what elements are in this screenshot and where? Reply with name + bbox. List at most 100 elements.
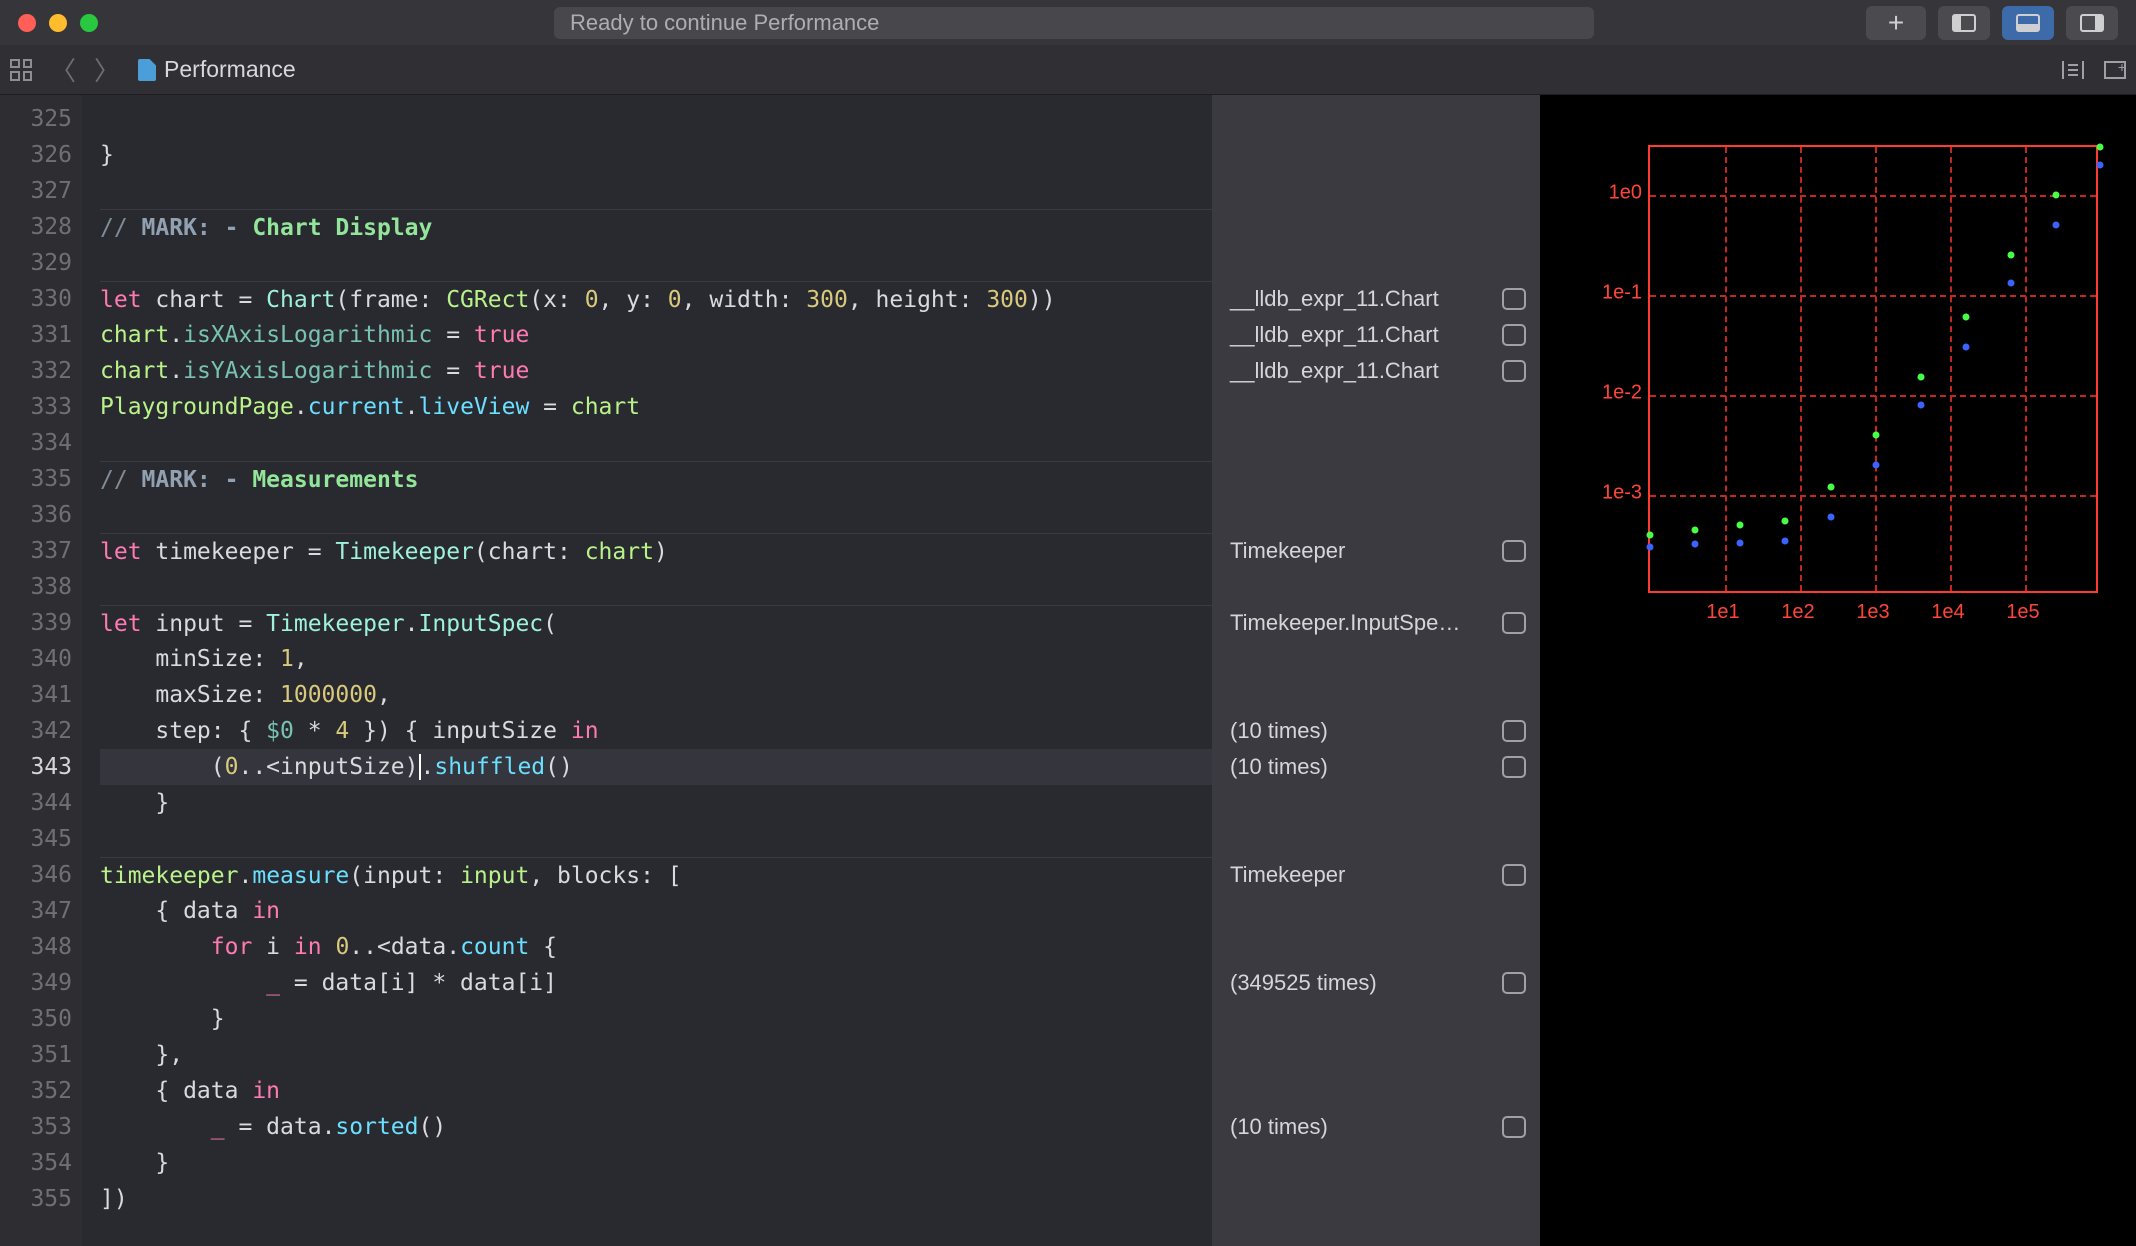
code-line[interactable]: // MARK: - Chart Display (100, 209, 1212, 245)
line-gutter: 3253263273283293303313323333343353363373… (0, 95, 82, 1246)
result-row: __lldb_expr_11.Chart (1230, 353, 1526, 389)
code-line[interactable]: minSize: 1, (100, 641, 1212, 677)
result-row (1230, 389, 1526, 425)
nav-forward-icon[interactable]: 〉 (94, 51, 120, 88)
quicklook-button[interactable] (1502, 1116, 1526, 1138)
result-text: __lldb_expr_11.Chart (1230, 317, 1439, 353)
panel-right-button[interactable] (2066, 6, 2118, 40)
line-number: 344 (0, 785, 72, 821)
result-row: __lldb_expr_11.Chart (1230, 317, 1526, 353)
code-line[interactable]: }, (100, 1037, 1212, 1073)
window-controls (18, 14, 98, 32)
code-editor[interactable]: } // MARK: - Chart Display let chart = Cha… (82, 95, 1212, 1246)
code-line[interactable]: } (100, 1001, 1212, 1037)
quicklook-button[interactable] (1502, 288, 1526, 310)
code-line[interactable] (100, 101, 1212, 137)
breadcrumb[interactable]: Performance (138, 56, 296, 83)
nav-back-icon[interactable]: 〈 (50, 51, 76, 88)
code-line[interactable]: } (100, 137, 1212, 173)
activity-status[interactable]: Ready to continue Performance (554, 7, 1594, 39)
line-number: 346 (0, 857, 72, 893)
code-line[interactable] (100, 497, 1212, 533)
result-row (1230, 1073, 1526, 1109)
line-number: 336 (0, 497, 72, 533)
chart-point (1963, 344, 1970, 351)
chart-point (1917, 401, 1924, 408)
quicklook-button[interactable] (1502, 972, 1526, 994)
quicklook-button[interactable] (1502, 612, 1526, 634)
panel-bottom-button[interactable] (2002, 6, 2054, 40)
panel-left-icon (1952, 14, 1976, 32)
quicklook-button[interactable] (1502, 540, 1526, 562)
code-line[interactable]: { data in (100, 893, 1212, 929)
chart-point (2008, 280, 2015, 287)
result-text: Timekeeper (1230, 533, 1345, 569)
quicklook-button[interactable] (1502, 720, 1526, 742)
related-items-icon[interactable] (10, 59, 32, 81)
chart-point (2097, 144, 2104, 151)
quicklook-button[interactable] (1502, 756, 1526, 778)
code-line[interactable]: (0..<inputSize).shuffled() (100, 749, 1212, 785)
code-line[interactable]: { data in (100, 1073, 1212, 1109)
code-line[interactable]: PlaygroundPage.current.liveView = chart (100, 389, 1212, 425)
code-line[interactable]: let input = Timekeeper.InputSpec( (100, 605, 1212, 641)
minimize-icon[interactable] (49, 14, 67, 32)
code-line[interactable]: let chart = Chart(frame: CGRect(x: 0, y:… (100, 281, 1212, 317)
result-text: Timekeeper.InputSpe… (1230, 605, 1460, 641)
code-line[interactable]: ]) (100, 1181, 1212, 1217)
quicklook-button[interactable] (1502, 864, 1526, 886)
quicklook-button[interactable] (1502, 324, 1526, 346)
code-line[interactable] (100, 173, 1212, 209)
line-number: 328 (0, 209, 72, 245)
plus-icon: + (1888, 7, 1904, 39)
line-number: 353 (0, 1109, 72, 1145)
zoom-icon[interactable] (80, 14, 98, 32)
code-line[interactable]: chart.isYAxisLogarithmic = true (100, 353, 1212, 389)
panel-left-button[interactable] (1938, 6, 1990, 40)
swift-file-icon (138, 59, 156, 81)
tab-bar: 〈 〉 Performance (0, 45, 2136, 95)
new-tab-button[interactable]: + (1866, 6, 1926, 40)
code-line[interactable]: } (100, 1145, 1212, 1181)
result-row (1230, 209, 1526, 245)
code-line[interactable]: } (100, 785, 1212, 821)
x-tick: 1e1 (1706, 601, 1739, 624)
result-text: (349525 times) (1230, 965, 1377, 1001)
add-editor-icon[interactable] (2104, 61, 2126, 79)
chart-point (1963, 314, 1970, 321)
code-line[interactable] (100, 245, 1212, 281)
result-row (1230, 245, 1526, 281)
result-row: __lldb_expr_11.Chart (1230, 281, 1526, 317)
code-line[interactable]: step: { $0 * 4 }) { inputSize in (100, 713, 1212, 749)
result-row (1230, 497, 1526, 533)
code-line[interactable]: let timekeeper = Timekeeper(chart: chart… (100, 533, 1212, 569)
close-icon[interactable] (18, 14, 36, 32)
live-view: 1e01e-11e-21e-31e11e21e31e41e5 (1540, 95, 2136, 1246)
code-line[interactable] (100, 821, 1212, 857)
quicklook-button[interactable] (1502, 360, 1526, 382)
code-line[interactable]: for i in 0..<data.count { (100, 929, 1212, 965)
code-line[interactable] (100, 569, 1212, 605)
code-line[interactable]: timekeeper.measure(input: input, blocks:… (100, 857, 1212, 893)
chart-point (2053, 221, 2060, 228)
panel-bottom-icon (2016, 14, 2040, 32)
y-tick: 1e-1 (1602, 281, 1642, 304)
minimap-icon[interactable] (2062, 61, 2084, 79)
result-row (1230, 641, 1526, 677)
code-line[interactable]: maxSize: 1000000, (100, 677, 1212, 713)
result-text: (10 times) (1230, 1109, 1328, 1145)
code-line[interactable]: _ = data.sorted() (100, 1109, 1212, 1145)
code-line[interactable] (100, 425, 1212, 461)
chart-point (2097, 161, 2104, 168)
chart-point (1872, 461, 1879, 468)
code-line[interactable]: chart.isXAxisLogarithmic = true (100, 317, 1212, 353)
line-number: 348 (0, 929, 72, 965)
code-line[interactable]: // MARK: - Measurements (100, 461, 1212, 497)
line-number: 330 (0, 281, 72, 317)
line-number: 350 (0, 1001, 72, 1037)
chart-point (1692, 541, 1699, 548)
code-line[interactable]: _ = data[i] * data[i] (100, 965, 1212, 1001)
line-number: 341 (0, 677, 72, 713)
chart-point (1917, 374, 1924, 381)
result-row (1230, 137, 1526, 173)
